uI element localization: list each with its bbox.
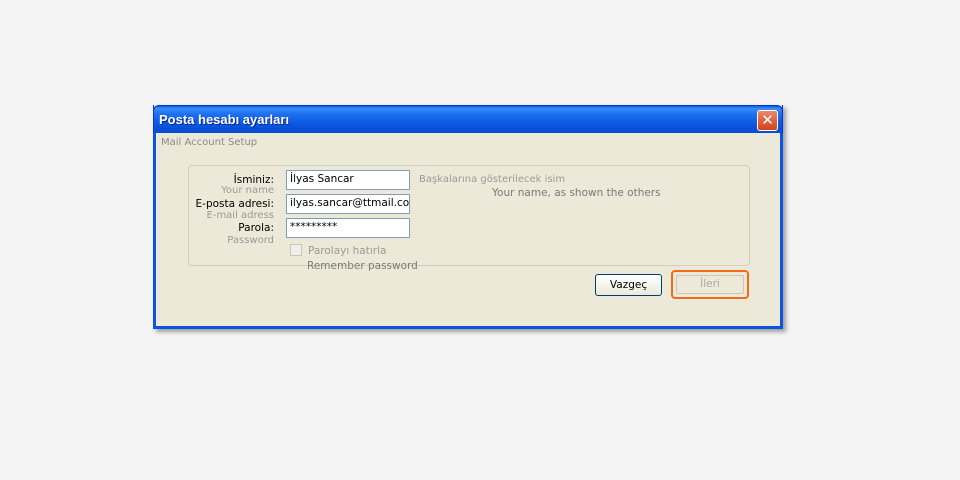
window-border-bottom [153, 326, 783, 329]
window-border-left [153, 133, 156, 329]
remember-password-label-en: Remember password [307, 260, 418, 272]
next-button-label: İleri [676, 275, 744, 294]
cancel-button[interactable]: Vazgeç [595, 274, 662, 296]
window-title: Posta hesabı ayarları [159, 112, 290, 127]
close-icon: ✕ [761, 111, 774, 129]
password-label: Parola: [238, 222, 274, 234]
next-button[interactable]: İleri [671, 270, 749, 299]
password-label-en: Password [227, 235, 274, 246]
name-input[interactable]: İlyas Sancar [286, 170, 410, 190]
close-button[interactable]: ✕ [757, 110, 778, 131]
email-label-en: E-mail adress [206, 210, 274, 221]
email-label: E-posta adresi: [195, 198, 274, 210]
remember-password-checkbox[interactable] [290, 244, 302, 256]
dialog-subtitle: Mail Account Setup [161, 137, 258, 148]
email-input[interactable]: ilyas.sancar@ttmail.com [286, 194, 410, 214]
name-hint: Başkalarına gösterilecek isim [419, 174, 566, 185]
title-bar[interactable]: Posta hesabı ayarları ✕ [153, 105, 783, 133]
password-input[interactable]: ********* [286, 218, 410, 238]
remember-password-label: Parolayı hatırla [308, 245, 387, 257]
name-label-en: Your name [221, 185, 274, 196]
window-border-right [780, 133, 783, 329]
name-hint-en: Your name, as shown the others [492, 187, 661, 199]
mail-account-setup-dialog: Posta hesabı ayarları ✕ Mail Account Set… [153, 105, 783, 329]
